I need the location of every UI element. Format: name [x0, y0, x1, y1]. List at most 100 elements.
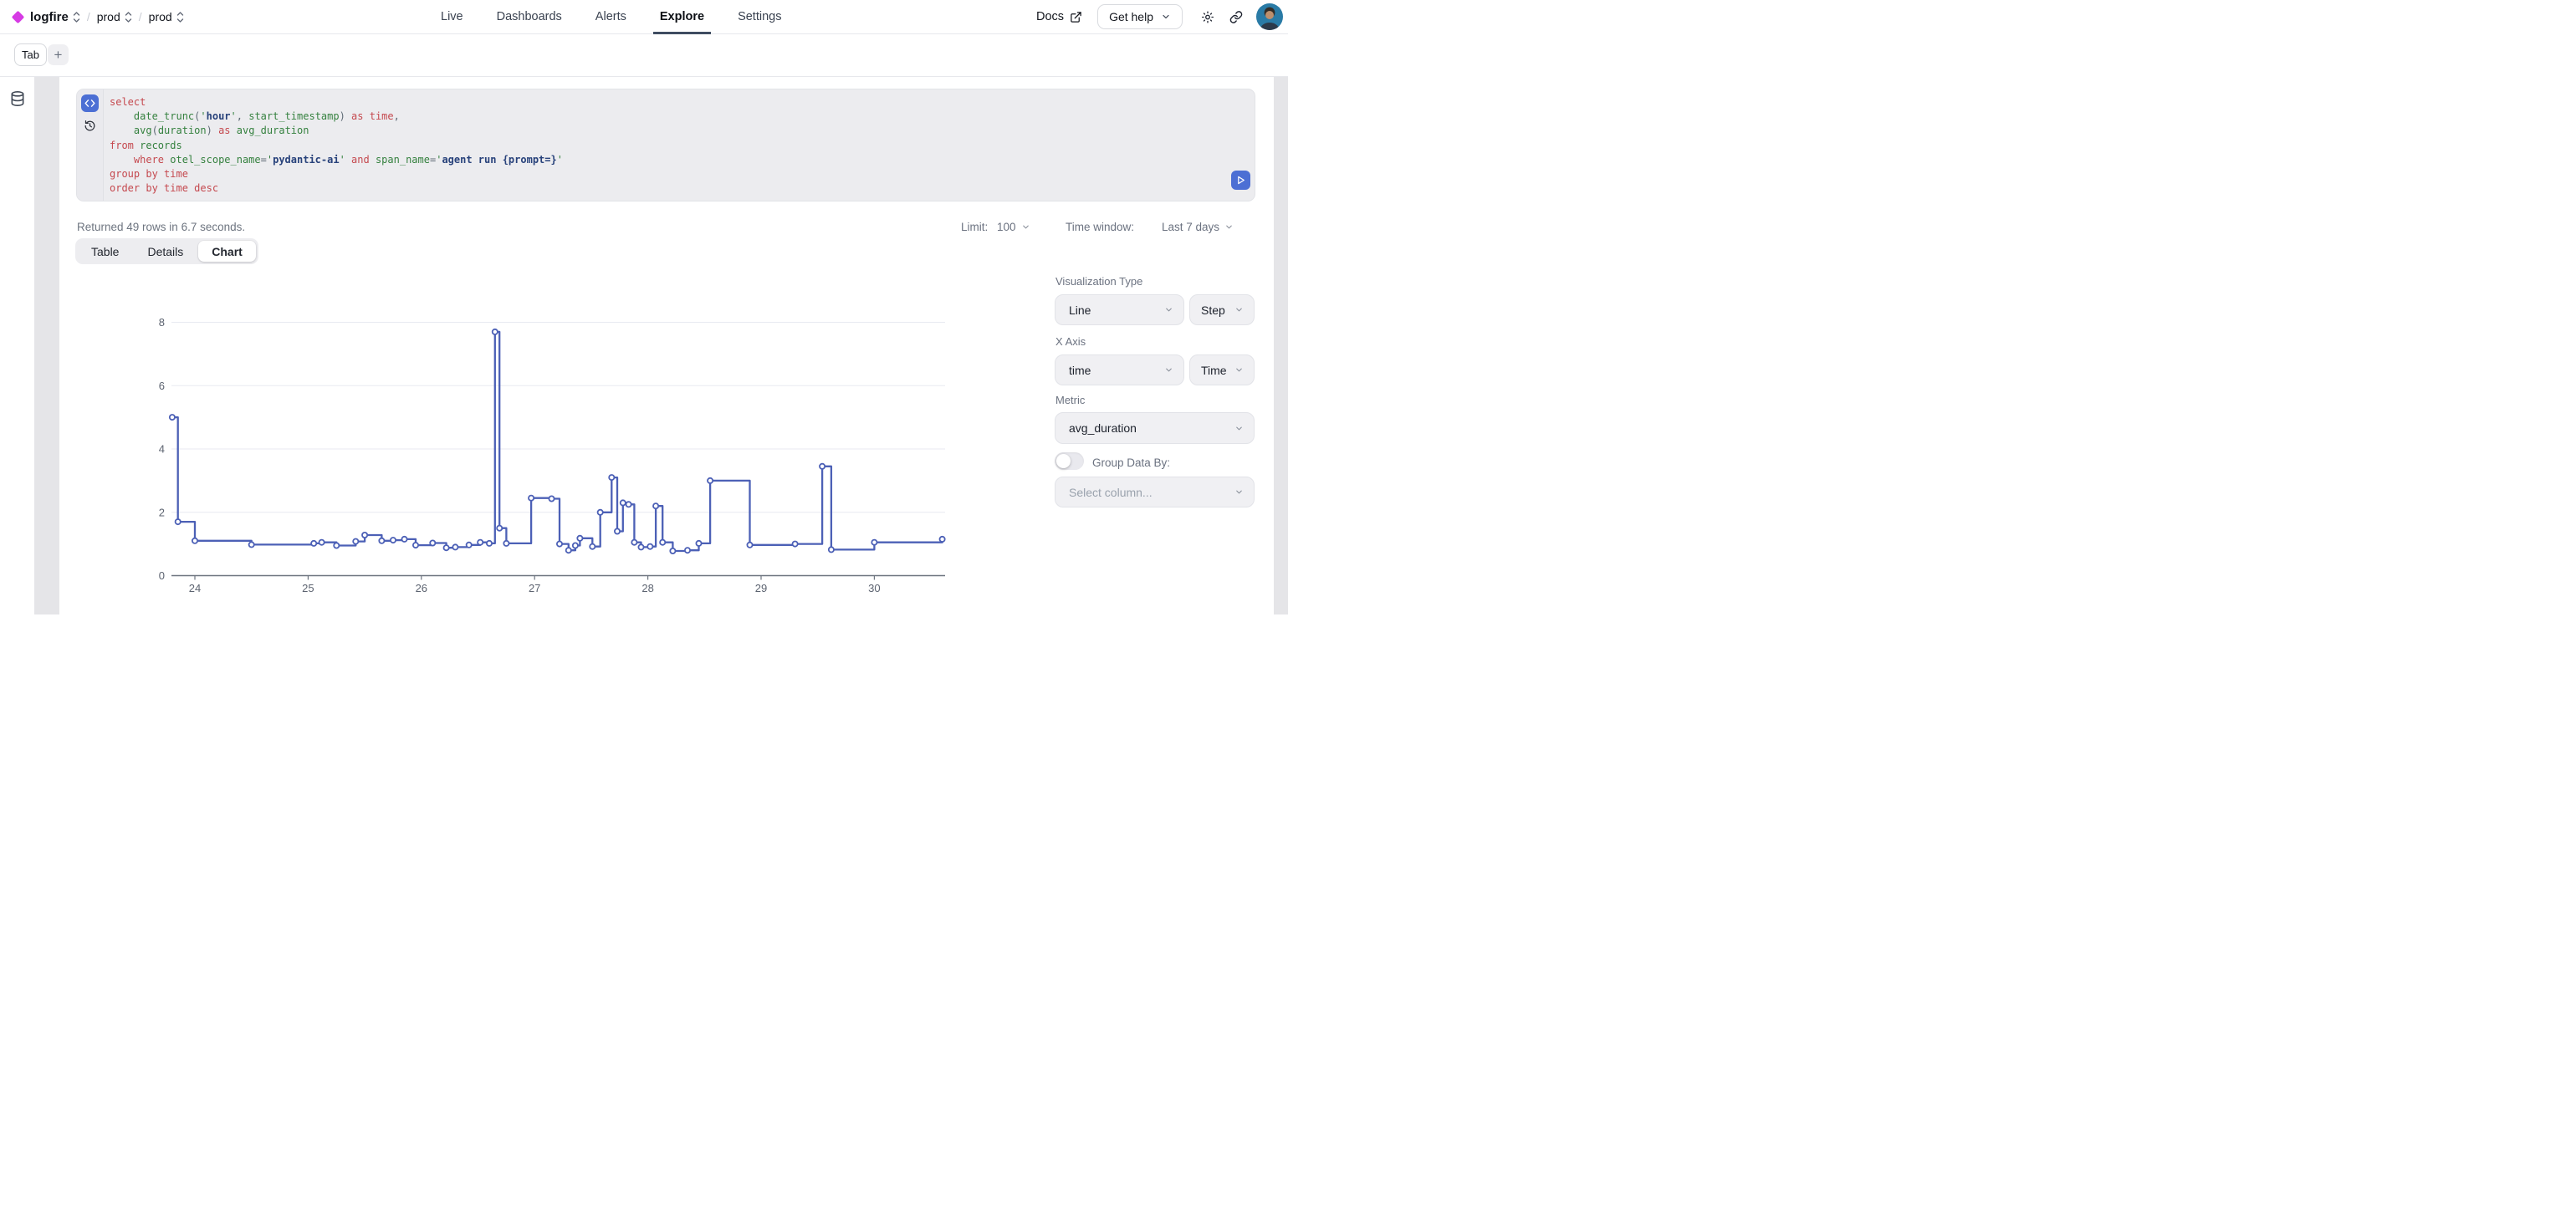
visualization-type-label: Visualization Type	[1055, 275, 1142, 288]
data-point-marker[interactable]	[379, 538, 384, 543]
data-point-marker[interactable]	[362, 533, 367, 538]
top-actions: Docs Get help	[1036, 0, 1283, 33]
data-point-marker[interactable]	[598, 510, 603, 515]
data-point-marker[interactable]	[577, 536, 582, 541]
view-tab-details[interactable]: Details	[134, 241, 197, 262]
docs-link[interactable]: Docs	[1036, 10, 1082, 23]
group-data-toggle[interactable]	[1055, 452, 1084, 470]
breadcrumb-item[interactable]: prod	[149, 10, 172, 23]
data-point-marker[interactable]	[940, 537, 945, 542]
data-point-marker[interactable]	[647, 544, 652, 549]
metric-select[interactable]: avg_duration	[1055, 412, 1255, 444]
data-point-marker[interactable]	[829, 547, 834, 552]
breadcrumb-switcher-icon[interactable]	[176, 11, 184, 23]
sql-mode-button[interactable]	[81, 94, 99, 112]
result-summary: Returned 49 rows in 6.7 seconds.	[77, 221, 245, 233]
data-point-marker[interactable]	[573, 543, 578, 548]
sql-code-line: avg(duration) as avg_duration	[110, 124, 1221, 138]
data-point-marker[interactable]	[487, 541, 492, 546]
data-point-marker[interactable]	[170, 415, 175, 420]
org-name[interactable]: logfire	[30, 10, 69, 24]
group-column-select[interactable]: Select column...	[1055, 477, 1255, 507]
data-point-marker[interactable]	[871, 540, 877, 545]
data-point-marker[interactable]	[529, 496, 534, 501]
view-tab-table[interactable]: Table	[78, 241, 132, 262]
line-mode-select[interactable]: Step	[1189, 294, 1255, 325]
data-point-marker[interactable]	[401, 537, 406, 542]
x-axis-type-select[interactable]: Time	[1189, 354, 1255, 385]
data-point-marker[interactable]	[557, 542, 562, 547]
sql-code-line: select	[110, 95, 1221, 110]
nav-item-live[interactable]: Live	[434, 0, 470, 33]
data-point-marker[interactable]	[503, 541, 509, 546]
data-point-marker[interactable]	[319, 540, 325, 545]
data-point-marker[interactable]	[653, 503, 658, 508]
data-point-marker[interactable]	[566, 548, 571, 553]
y-axis-tick-label: 2	[159, 506, 165, 518]
share-link-button[interactable]	[1224, 5, 1248, 28]
data-point-marker[interactable]	[696, 541, 701, 546]
sql-query-input[interactable]: select date_trunc('hour', start_timestam…	[110, 95, 1221, 196]
nav-item-dashboards[interactable]: Dashboards	[490, 0, 569, 33]
data-point-marker[interactable]	[708, 478, 713, 483]
data-point-marker[interactable]	[430, 540, 435, 545]
view-tab-chart[interactable]: Chart	[198, 241, 256, 262]
nav-item-explore[interactable]: Explore	[653, 0, 711, 33]
visualization-type-value: Line	[1069, 303, 1091, 317]
nav-item-settings[interactable]: Settings	[731, 0, 788, 33]
data-point-marker[interactable]	[176, 519, 181, 524]
time-window-select[interactable]: Last 7 days	[1162, 221, 1234, 233]
nav-item-alerts[interactable]: Alerts	[589, 0, 633, 33]
data-point-marker[interactable]	[311, 541, 316, 546]
chevron-down-icon	[1161, 12, 1171, 22]
chevron-down-icon	[1021, 222, 1030, 232]
data-point-marker[interactable]	[685, 548, 690, 553]
query-history-button[interactable]	[81, 117, 99, 135]
query-tab[interactable]: Tab	[14, 43, 47, 66]
data-point-marker[interactable]	[452, 544, 457, 549]
data-point-marker[interactable]	[670, 548, 675, 553]
sort-chevrons-icon	[176, 11, 184, 23]
avatar[interactable]	[1256, 3, 1283, 30]
data-point-marker[interactable]	[631, 540, 636, 545]
code-icon	[84, 99, 95, 108]
data-point-marker[interactable]	[660, 540, 665, 545]
sql-code-line: date_trunc('hour', start_timestamp) as t…	[110, 110, 1221, 124]
data-point-marker[interactable]	[549, 496, 554, 501]
data-point-marker[interactable]	[747, 543, 752, 548]
data-point-marker[interactable]	[621, 500, 626, 505]
data-point-marker[interactable]	[353, 539, 358, 544]
limit-label: Limit:	[961, 221, 988, 233]
data-point-marker[interactable]	[497, 526, 502, 531]
visualization-type-select[interactable]: Line	[1055, 294, 1184, 325]
data-point-marker[interactable]	[609, 475, 614, 480]
data-point-marker[interactable]	[444, 545, 449, 550]
data-point-marker[interactable]	[820, 464, 825, 469]
data-point-marker[interactable]	[615, 528, 620, 533]
breadcrumb-switcher-icon[interactable]	[125, 11, 132, 23]
run-query-button[interactable]	[1231, 171, 1250, 190]
data-point-marker[interactable]	[626, 502, 631, 507]
data-point-marker[interactable]	[793, 542, 798, 547]
add-tab-button[interactable]: +	[48, 44, 69, 65]
x-axis-column-select[interactable]: time	[1055, 354, 1184, 385]
data-point-marker[interactable]	[391, 538, 396, 543]
org-switcher-icon[interactable]	[73, 11, 80, 23]
theme-toggle-button[interactable]	[1196, 5, 1219, 28]
data-point-marker[interactable]	[192, 538, 197, 543]
data-point-marker[interactable]	[478, 540, 483, 545]
data-point-marker[interactable]	[467, 543, 472, 548]
limit-select[interactable]: 100	[997, 221, 1030, 233]
editor-gutter	[77, 89, 104, 201]
data-point-marker[interactable]	[249, 542, 254, 547]
chevron-down-icon	[1224, 222, 1234, 232]
data-point-marker[interactable]	[638, 544, 643, 549]
data-point-marker[interactable]	[334, 543, 339, 548]
breadcrumb-item[interactable]: prod	[97, 10, 120, 23]
get-help-button[interactable]: Get help	[1097, 4, 1183, 29]
data-point-marker[interactable]	[590, 544, 595, 549]
toggle-knob	[1056, 454, 1071, 468]
data-point-marker[interactable]	[493, 329, 498, 334]
data-point-marker[interactable]	[413, 543, 418, 548]
external-link-icon	[1070, 11, 1082, 23]
